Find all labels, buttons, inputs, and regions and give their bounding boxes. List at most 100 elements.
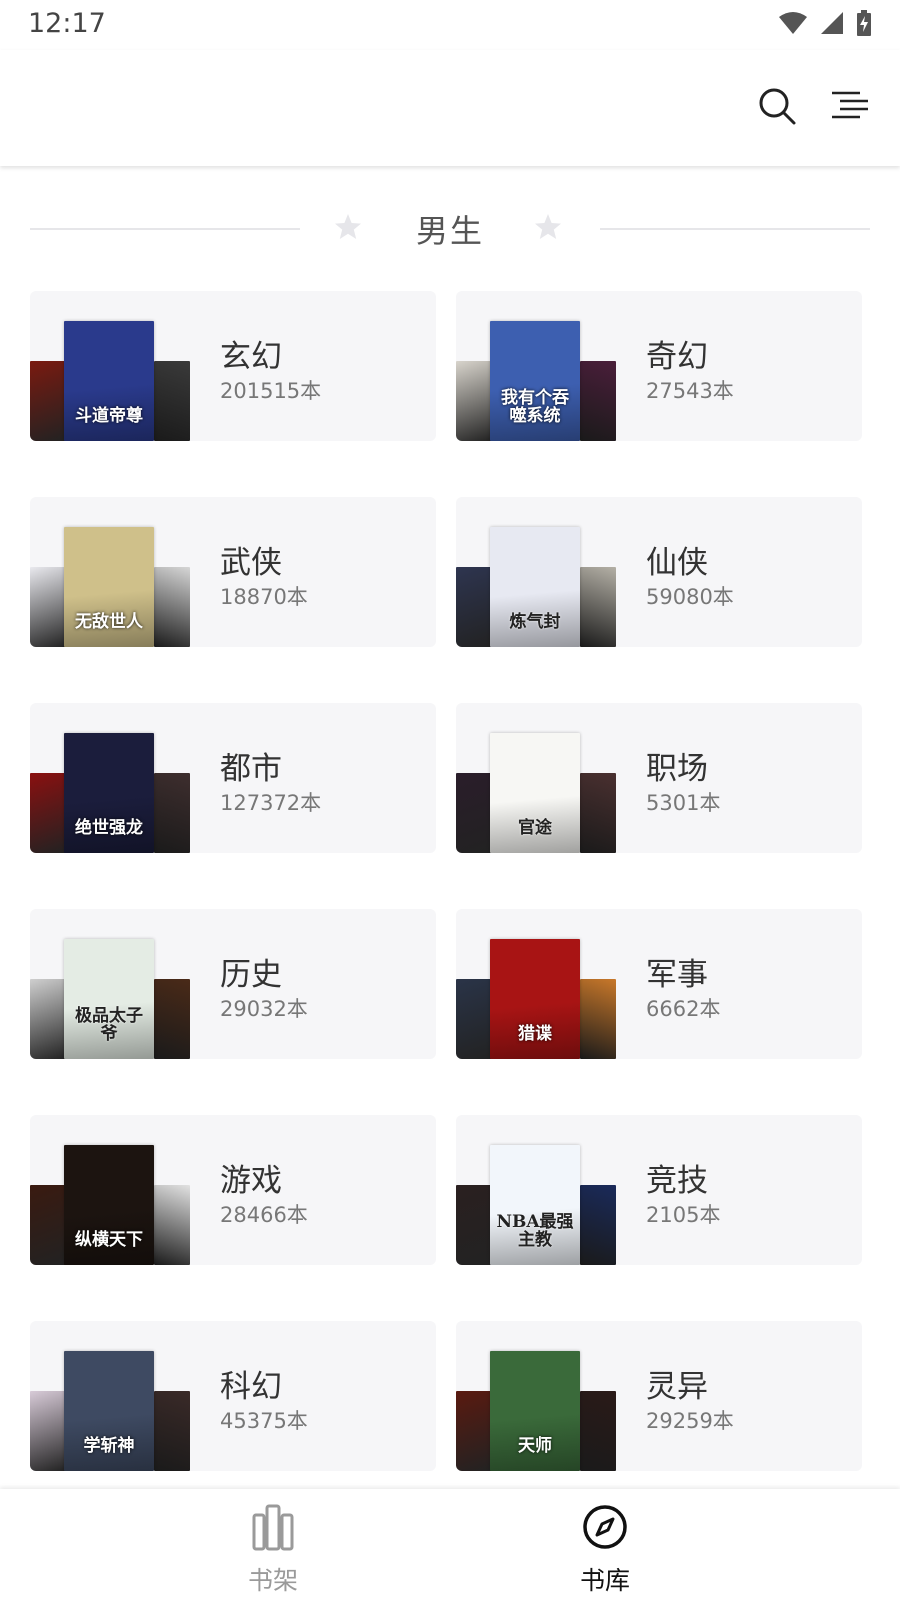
book-cover-main: 绝世强龙	[64, 733, 154, 853]
book-cover-main: 学斩神	[64, 1351, 154, 1471]
book-cover-left	[456, 773, 492, 853]
book-cover-title: 炼气封	[509, 612, 561, 632]
search-icon	[759, 88, 796, 125]
category-card[interactable]: 炼气封 仙侠 59080本	[456, 497, 862, 647]
book-cover-right	[154, 361, 190, 441]
book-cover-left	[30, 361, 66, 441]
compass-icon	[583, 1505, 627, 1549]
book-cover-left	[30, 1391, 66, 1471]
menu-button[interactable]	[828, 84, 872, 128]
book-covers: 学斩神	[30, 1321, 190, 1471]
category-name: 科幻	[220, 1369, 282, 1405]
category-count: 201515本	[220, 379, 322, 403]
book-covers: 绝世强龙	[30, 703, 190, 853]
book-cover-title: 斗道帝尊	[75, 406, 143, 426]
book-cover-main: 极品太子爷	[64, 939, 154, 1059]
book-cover-title: 天师	[518, 1436, 552, 1456]
search-button[interactable]	[755, 84, 799, 128]
category-count: 29259本	[646, 1409, 734, 1433]
book-cover-main: 斗道帝尊	[64, 321, 154, 441]
book-cover-right	[580, 1391, 616, 1471]
book-cover-right	[580, 979, 616, 1059]
status-time: 12:17	[28, 8, 106, 39]
book-cover-right	[154, 567, 190, 647]
category-name: 奇幻	[646, 339, 708, 375]
category-card[interactable]: 极品太子爷 历史 29032本	[30, 909, 436, 1059]
book-covers: 猎谍	[456, 909, 616, 1059]
category-count: 6662本	[646, 997, 721, 1021]
category-count: 127372本	[220, 791, 322, 815]
book-cover-right	[154, 1185, 190, 1265]
category-card[interactable]: 我有个吞噬系统 奇幻 27543本	[456, 291, 862, 441]
book-cover-left	[30, 979, 66, 1059]
bottom-nav: 书架 书库	[0, 1489, 900, 1600]
book-cover-title: 极品太子爷	[75, 1006, 143, 1044]
book-cover-left	[456, 361, 492, 441]
book-cover-title: 纵横天下	[75, 1230, 143, 1250]
category-name: 竞技	[646, 1163, 708, 1199]
category-count: 59080本	[646, 585, 734, 609]
book-cover-main: 天师	[490, 1351, 580, 1471]
book-cover-left	[30, 567, 66, 647]
book-cover-main: NBA最强主教	[490, 1145, 580, 1265]
tab-library-label: 书库	[579, 1566, 630, 1595]
category-card[interactable]: 无敌世人 武侠 18870本	[30, 497, 436, 647]
section-header: 男生	[30, 200, 870, 260]
battery-icon	[857, 10, 871, 36]
category-grid: 斗道帝尊 玄幻 201515本 我有个吞噬系统 奇幻 27543本 无敌世人 武侠 18870本…	[30, 291, 870, 1489]
category-card[interactable]: 猎谍 军事 6662本	[456, 909, 862, 1059]
book-cover-main: 无敌世人	[64, 527, 154, 647]
category-card[interactable]: 绝世强龙 都市 127372本	[30, 703, 436, 853]
category-count: 28466本	[220, 1203, 308, 1227]
book-cover-right	[580, 361, 616, 441]
book-cover-title: NBA最强主教	[496, 1212, 574, 1250]
category-count: 2105本	[646, 1203, 721, 1227]
wifi-icon	[779, 12, 807, 34]
category-card[interactable]: NBA最强主教 竞技 2105本	[456, 1115, 862, 1265]
book-cover-title: 无敌世人	[75, 612, 143, 632]
category-name: 历史	[220, 957, 282, 993]
book-covers: 官途	[456, 703, 616, 853]
book-covers: NBA最强主教	[456, 1115, 616, 1265]
category-count: 45375本	[220, 1409, 308, 1433]
book-cover-title: 猎谍	[518, 1024, 552, 1044]
book-cover-left	[456, 1185, 492, 1265]
category-name: 玄幻	[220, 339, 282, 375]
book-covers: 天师	[456, 1321, 616, 1471]
category-card[interactable]: 天师 灵异 29259本	[456, 1321, 862, 1471]
book-cover-main: 猎谍	[490, 939, 580, 1059]
category-name: 武侠	[220, 545, 282, 581]
book-cover-main: 纵横天下	[64, 1145, 154, 1265]
bookshelf-icon	[252, 1504, 294, 1551]
book-cover-right	[580, 567, 616, 647]
book-cover-left	[30, 773, 66, 853]
book-covers: 极品太子爷	[30, 909, 190, 1059]
category-card[interactable]: 斗道帝尊 玄幻 201515本	[30, 291, 436, 441]
category-count: 27543本	[646, 379, 734, 403]
book-covers: 我有个吞噬系统	[456, 291, 616, 441]
top-toolbar	[0, 50, 900, 166]
book-covers: 无敌世人	[30, 497, 190, 647]
category-name: 游戏	[220, 1163, 282, 1199]
book-cover-left	[456, 567, 492, 647]
book-covers: 纵横天下	[30, 1115, 190, 1265]
book-cover-title: 学斩神	[83, 1436, 135, 1456]
book-cover-left	[456, 979, 492, 1059]
book-cover-main: 炼气封	[490, 527, 580, 647]
status-icons	[778, 10, 872, 36]
category-card[interactable]: 学斩神 科幻 45375本	[30, 1321, 436, 1471]
divider-line	[600, 228, 870, 230]
book-cover-left	[30, 1185, 66, 1265]
signal-icon	[821, 12, 843, 34]
book-covers: 斗道帝尊	[30, 291, 190, 441]
book-covers: 炼气封	[456, 497, 616, 647]
book-cover-title: 我有个吞噬系统	[501, 388, 569, 426]
category-card[interactable]: 官途 职场 5301本	[456, 703, 862, 853]
category-name: 灵异	[646, 1369, 708, 1405]
category-name: 仙侠	[646, 545, 708, 581]
book-cover-title: 绝世强龙	[75, 818, 143, 838]
tab-library[interactable]: 书库	[380, 1489, 830, 1600]
book-cover-right	[580, 773, 616, 853]
category-card[interactable]: 纵横天下 游戏 28466本	[30, 1115, 436, 1265]
book-cover-main: 我有个吞噬系统	[490, 321, 580, 441]
